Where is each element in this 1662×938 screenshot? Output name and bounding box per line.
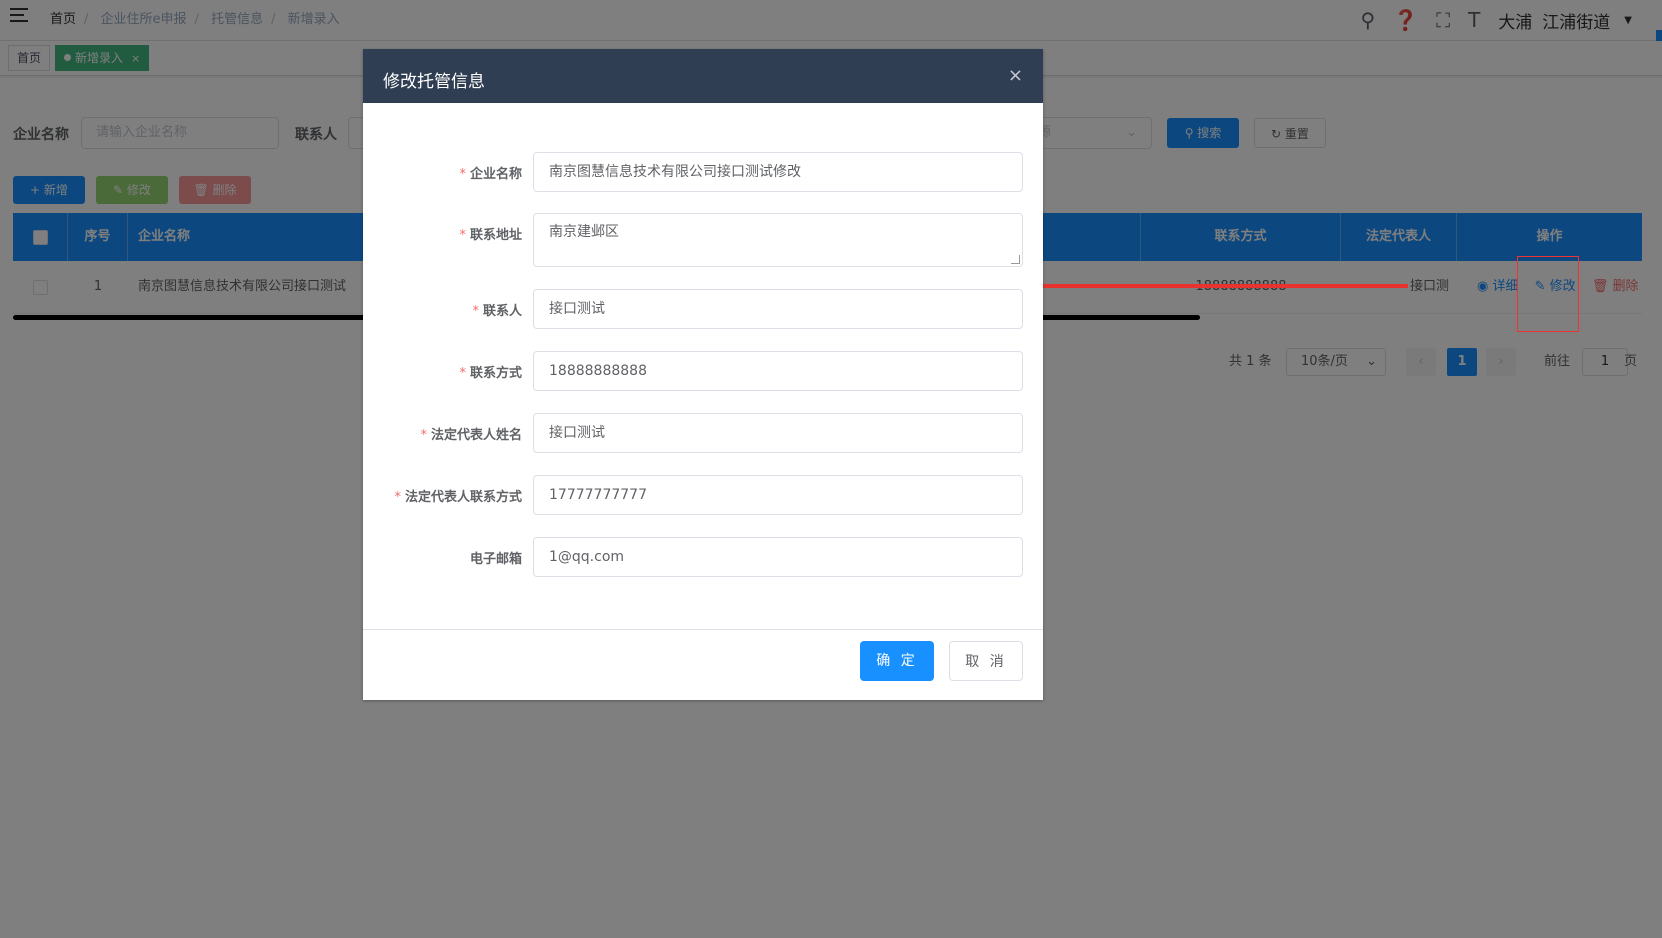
dialog-title: 修改托管信息: [383, 72, 485, 92]
legal-name-label: * 法定代表人姓名: [420, 428, 522, 443]
email-label: 电子邮箱: [469, 552, 522, 567]
legal-name-input[interactable]: 接口测试: [533, 413, 1023, 453]
legal-phone-label: * 法定代表人联系方式: [394, 490, 522, 505]
confirm-button[interactable]: 确 定: [860, 641, 934, 681]
company-name-input[interactable]: 南京图慧信息技术有限公司接口测试修改: [533, 152, 1023, 192]
contact-input[interactable]: 接口测试: [533, 289, 1023, 329]
annotation-highlight-box: [1517, 256, 1579, 332]
cancel-button[interactable]: 取 消: [949, 641, 1023, 681]
email-input[interactable]: 1@qq.com: [533, 537, 1023, 577]
legal-phone-input[interactable]: 17777777777: [533, 475, 1023, 515]
edit-hosting-dialog: 修改托管信息 × * 企业名称 南京图慧信息技术有限公司接口测试修改 * 联系地址 …: [363, 49, 1043, 700]
address-label: * 联系地址: [459, 228, 522, 243]
resize-handle-icon[interactable]: [1011, 255, 1020, 264]
company-name-label: * 企业名称: [459, 167, 522, 182]
contact-label: * 联系人: [472, 304, 522, 319]
address-textarea[interactable]: 南京建邺区: [533, 213, 1023, 267]
dialog-footer-divider: [363, 629, 1043, 630]
phone-input[interactable]: 18888888888: [533, 351, 1023, 391]
dialog-header: 修改托管信息 ×: [363, 49, 1043, 103]
close-icon[interactable]: ×: [1008, 65, 1023, 86]
phone-label: * 联系方式: [459, 366, 522, 381]
